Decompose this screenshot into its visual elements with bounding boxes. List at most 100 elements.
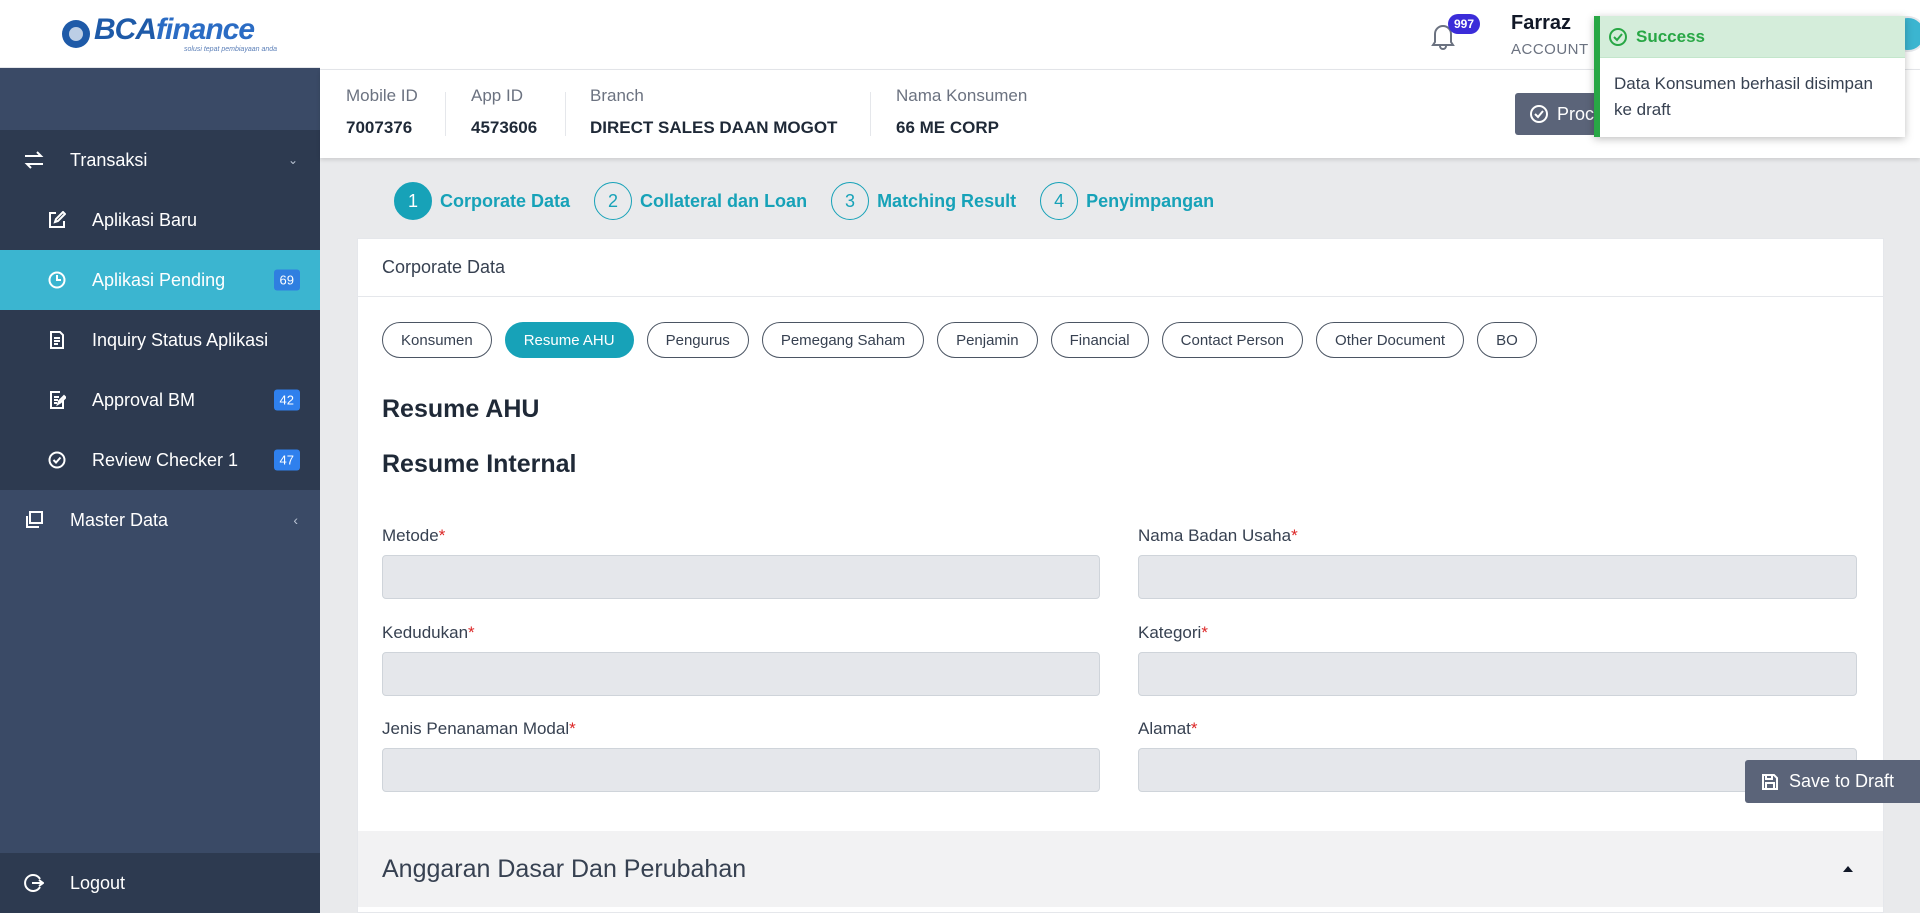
chevron-down-icon: ⌄ — [287, 153, 298, 167]
step-label: Collateral dan Loan — [640, 190, 808, 211]
check-circle-icon — [46, 449, 68, 471]
toast-title: Success — [1636, 26, 1705, 46]
logout-icon — [22, 871, 46, 895]
jenis-penanaman-modal-label: Jenis Penanaman Modal* — [382, 719, 576, 738]
clock-icon — [46, 269, 68, 291]
step-matching-result[interactable]: 3 Matching Result — [831, 182, 1016, 220]
nav-group-transaksi: Transaksi ⌄ Aplikasi Baru Aplikasi Pendi… — [0, 130, 320, 490]
sidebar-item-label: Aplikasi Pending — [92, 269, 226, 290]
tab-penjamin[interactable]: Penjamin — [937, 322, 1038, 358]
info-mobile-id: Mobile ID 7007376 — [346, 86, 418, 138]
metode-field[interactable] — [382, 555, 1100, 599]
info-label: Nama Konsumen — [896, 86, 1028, 105]
nama-badan-usaha-label: Nama Badan Usaha* — [1138, 526, 1298, 545]
document-list-icon — [46, 329, 68, 351]
jenis-penanaman-modal-field[interactable] — [382, 748, 1100, 792]
check-circle-icon — [1529, 104, 1549, 124]
info-value: 7007376 — [346, 118, 413, 137]
tab-other-document[interactable]: Other Document — [1316, 322, 1465, 358]
subtab-bar: Konsumen Resume AHU Pengurus Pemegang Sa… — [382, 322, 1550, 358]
section-title-resume-internal: Resume Internal — [382, 450, 577, 478]
step-label: Matching Result — [877, 190, 1017, 211]
toast-message: Data Konsumen berhasil disimpan ke draft — [1614, 74, 1873, 119]
exchange-icon — [22, 148, 46, 172]
caret-up-icon — [1843, 866, 1853, 872]
sidebar-item-label: Approval BM — [92, 389, 196, 410]
step-number: 1 — [394, 182, 432, 220]
sidebar-item-review-checker[interactable]: Review Checker 1 47 — [0, 430, 320, 490]
info-label: Mobile ID — [346, 86, 418, 105]
kedudukan-label: Kedudukan* — [382, 623, 475, 642]
info-label: App ID — [471, 86, 523, 105]
kategori-field[interactable] — [1138, 652, 1857, 696]
accordion-anggaran-dasar[interactable]: Anggaran Dasar Dan Perubahan — [358, 831, 1883, 907]
logo-tagline: solusi tepat pembiayaan anda — [184, 45, 278, 53]
tab-contact-person[interactable]: Contact Person — [1161, 322, 1304, 358]
sidebar-item-aplikasi-pending[interactable]: Aplikasi Pending 69 — [0, 250, 320, 310]
sidebar-item-master-data[interactable]: Master Data ‹ — [0, 490, 320, 550]
tab-pemegang-saham[interactable]: Pemegang Saham — [761, 322, 925, 358]
user-role: ACCOUNT R — [1511, 41, 1605, 58]
logout-label: Logout — [70, 872, 126, 893]
sidebar-item-aplikasi-baru[interactable]: Aplikasi Baru — [0, 190, 320, 250]
sidebar-item-transaksi[interactable]: Transaksi ⌄ — [0, 130, 320, 190]
nama-badan-usaha-field[interactable] — [1138, 555, 1857, 599]
sidebar-spacer — [0, 68, 320, 130]
sidebar-item-label: Master Data — [70, 509, 169, 530]
corporate-data-card: Corporate Data Konsumen Resume AHU Pengu… — [357, 238, 1884, 913]
wizard-stepper: 1 Corporate Data 2 Collateral dan Loan 3… — [394, 182, 1238, 220]
document-edit-icon — [46, 389, 68, 411]
card-title: Corporate Data — [358, 239, 1883, 297]
metode-label: Metode* — [382, 526, 446, 545]
tab-resume-ahu[interactable]: Resume AHU — [504, 322, 634, 358]
alamat-label: Alamat* — [1138, 719, 1198, 738]
kategori-label: Kategori* — [1138, 623, 1208, 642]
save-to-draft-label: Save to Draft — [1789, 771, 1895, 791]
chevron-left-icon: ‹ — [293, 512, 298, 528]
step-label: Penyimpangan — [1086, 190, 1215, 211]
sidebar-item-label: Transaksi — [70, 149, 148, 170]
step-number: 3 — [831, 182, 870, 220]
sidebar: BCAfinance solusi tepat pembiayaan anda … — [0, 0, 320, 913]
accordion-title: Anggaran Dasar Dan Perubahan — [382, 854, 747, 883]
info-label: Branch — [590, 86, 644, 105]
sidebar-item-label: Aplikasi Baru — [92, 209, 198, 230]
step-collateral-loan[interactable]: 2 Collateral dan Loan — [594, 182, 807, 220]
info-value: DIRECT SALES DAAN MOGOT — [590, 118, 838, 137]
divider — [445, 92, 446, 136]
divider — [870, 92, 871, 136]
step-number: 2 — [594, 182, 633, 220]
save-icon — [1761, 773, 1779, 791]
tab-konsumen[interactable]: Konsumen — [382, 322, 492, 358]
info-value: 66 ME CORP — [896, 118, 999, 137]
count-badge: 42 — [273, 389, 300, 411]
info-branch: Branch DIRECT SALES DAAN MOGOT — [590, 86, 837, 138]
count-badge: 69 — [273, 269, 300, 291]
toast-header: Success — [1600, 16, 1905, 58]
info-app-id: App ID 4573606 — [471, 86, 537, 138]
kedudukan-field[interactable] — [382, 652, 1100, 696]
sidebar-item-inquiry-status[interactable]: Inquiry Status Aplikasi — [0, 310, 320, 370]
logo-wordmark: BCAfinance — [94, 12, 255, 46]
notification-badge: 997 — [1448, 14, 1481, 34]
logout-button[interactable]: Logout — [0, 853, 320, 913]
logo[interactable]: BCAfinance solusi tepat pembiayaan anda — [0, 0, 320, 68]
step-number: 4 — [1040, 182, 1079, 220]
copy-icon — [22, 508, 46, 532]
sidebar-item-approval-bm[interactable]: Approval BM 42 — [0, 370, 320, 430]
sidebar-item-label: Inquiry Status Aplikasi — [92, 329, 269, 350]
tab-financial[interactable]: Financial — [1050, 322, 1149, 358]
save-to-draft-button[interactable]: Save to Draft — [1745, 760, 1920, 803]
divider — [565, 92, 566, 136]
step-label: Corporate Data — [440, 190, 571, 211]
tab-bo[interactable]: BO — [1477, 322, 1537, 358]
success-toast[interactable]: Success Data Konsumen berhasil disimpan … — [1594, 16, 1905, 137]
user-name: Farraz — [1511, 12, 1572, 34]
sidebar-item-label: Review Checker 1 — [92, 449, 239, 470]
info-value: 4573606 — [471, 118, 538, 137]
step-corporate-data[interactable]: 1 Corporate Data — [394, 182, 570, 220]
tab-pengurus[interactable]: Pengurus — [646, 322, 749, 358]
check-circle-icon — [1608, 27, 1628, 47]
edit-icon — [46, 209, 68, 231]
step-penyimpangan[interactable]: 4 Penyimpangan — [1040, 182, 1214, 220]
